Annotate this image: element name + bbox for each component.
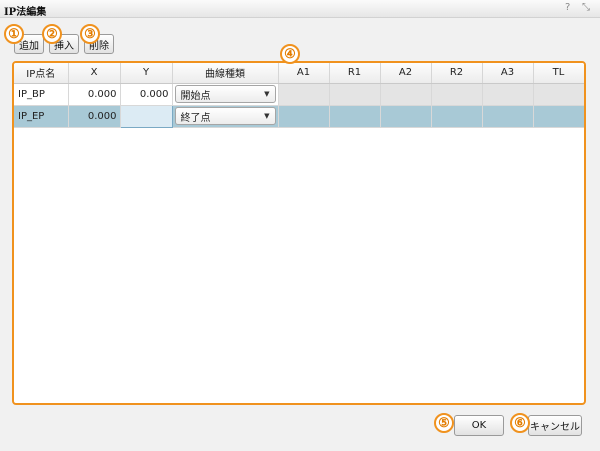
y-cell[interactable]: 0.000	[120, 83, 173, 106]
table-row[interactable]: IP_EP 0.000 終了点 ▼	[14, 104, 584, 128]
col-header-tl[interactable]: TL	[533, 63, 584, 84]
header-row: IP点名 X Y 曲線種類 A1 R1 A2 R2 A3 TL	[14, 63, 584, 84]
ok-button[interactable]: OK	[454, 415, 504, 436]
marker-4: ④	[280, 44, 300, 64]
col-header-a1[interactable]: A1	[278, 63, 330, 84]
a2-cell	[380, 105, 432, 128]
ip-grid[interactable]: IP点名 X Y 曲線種類 A1 R1 A2 R2 A3 TL IP_BP 0.…	[12, 61, 586, 405]
r2-cell	[431, 105, 483, 128]
ip-name-cell[interactable]: IP_BP	[14, 83, 69, 106]
col-header-a2[interactable]: A2	[380, 63, 432, 84]
col-header-r1[interactable]: R1	[329, 63, 381, 84]
x-cell[interactable]: 0.000	[68, 105, 121, 128]
chevron-down-icon: ▼	[264, 112, 270, 120]
col-header-x[interactable]: X	[68, 63, 121, 84]
marker-1: ①	[4, 24, 24, 44]
a1-cell	[278, 83, 330, 106]
a2-cell	[380, 83, 432, 106]
chevron-down-icon: ▼	[264, 90, 270, 98]
window-title: IP法編集	[4, 7, 47, 18]
table-row[interactable]: IP_BP 0.000 0.000 開始点 ▼	[14, 83, 584, 106]
curve-type-cell: 終了点 ▼	[172, 105, 279, 128]
r1-cell	[329, 83, 381, 106]
col-header-r2[interactable]: R2	[431, 63, 483, 84]
r2-cell	[431, 83, 483, 106]
a3-cell	[482, 83, 534, 106]
curve-type-select[interactable]: 開始点 ▼	[174, 85, 276, 103]
marker-2: ②	[42, 24, 62, 44]
ip-name-cell[interactable]: IP_EP	[14, 105, 69, 128]
tl-cell	[533, 105, 584, 128]
col-header-a3[interactable]: A3	[482, 63, 534, 84]
col-header-y[interactable]: Y	[120, 63, 173, 84]
ip-table: IP点名 X Y 曲線種類 A1 R1 A2 R2 A3 TL IP_BP 0.…	[14, 63, 584, 128]
curve-type-select[interactable]: 終了点 ▼	[174, 107, 276, 125]
help-icon[interactable]: ?	[565, 2, 570, 13]
title-bar: IP法編集 ? ⤡	[0, 0, 600, 18]
curve-type-cell: 開始点 ▼	[172, 83, 279, 106]
curve-type-value: 終了点	[180, 112, 211, 124]
col-header-curve-type[interactable]: 曲線種類	[172, 63, 279, 84]
y-cell-editing[interactable]	[119, 104, 173, 128]
marker-3: ③	[80, 24, 100, 44]
a3-cell	[482, 105, 534, 128]
curve-type-value: 開始点	[180, 90, 211, 102]
x-cell[interactable]: 0.000	[68, 83, 121, 106]
resize-icon[interactable]: ⤡	[582, 2, 590, 13]
cancel-button[interactable]: キャンセル	[528, 415, 582, 436]
tl-cell	[533, 83, 584, 106]
marker-5: ⑤	[434, 413, 454, 433]
a1-cell	[278, 105, 330, 128]
marker-6: ⑥	[510, 413, 530, 433]
r1-cell	[329, 105, 381, 128]
col-header-ip-name[interactable]: IP点名	[14, 63, 69, 84]
